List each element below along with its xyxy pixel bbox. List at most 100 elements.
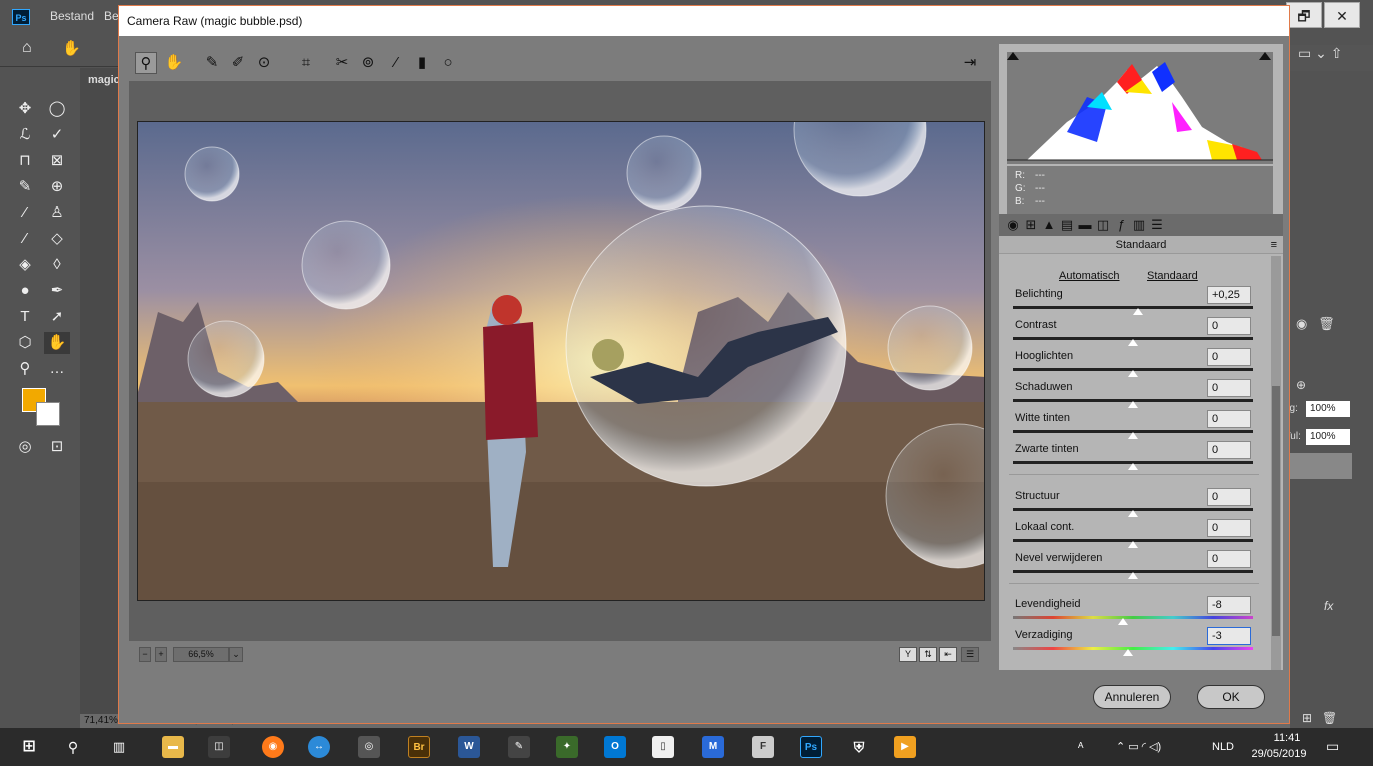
default-link[interactable]: Standaard: [1147, 270, 1198, 282]
copy-settings-icon[interactable]: ⇤: [939, 647, 957, 662]
tab-basic-icon[interactable]: ◉: [1005, 217, 1021, 233]
teamviewer-icon[interactable]: ↔: [308, 736, 330, 758]
slider-thumb[interactable]: [1128, 463, 1138, 470]
slider-thumb[interactable]: [1123, 649, 1134, 656]
slider-value-field[interactable]: 0: [1207, 317, 1251, 335]
transform-icon[interactable]: ⌗: [295, 52, 317, 74]
eraser-icon[interactable]: ◇: [44, 228, 70, 250]
graduated-filter-icon[interactable]: ▮: [411, 52, 433, 74]
slider-value-field[interactable]: 0: [1207, 550, 1251, 568]
slider-value-field[interactable]: 0: [1207, 519, 1251, 537]
stamp-tool-icon[interactable]: ♙: [44, 202, 70, 224]
word-icon[interactable]: W: [458, 736, 480, 758]
slider-thumb[interactable]: [1128, 370, 1138, 377]
background-color-swatch[interactable]: [36, 402, 60, 426]
tray-icons[interactable]: ⌃ ▭ ◜ ◁): [1116, 740, 1161, 753]
tab-effects-icon[interactable]: ƒ: [1113, 217, 1129, 233]
tab-calibration-icon[interactable]: ▥: [1131, 217, 1147, 233]
targeted-adjust-icon[interactable]: ⊙: [253, 52, 275, 74]
dodge-tool-icon[interactable]: ●: [12, 280, 38, 302]
radial-filter-icon[interactable]: ○: [437, 52, 459, 74]
tab-lens-icon[interactable]: ◫: [1095, 217, 1111, 233]
swap-icon[interactable]: ⇅: [919, 647, 937, 662]
zoom-level-select[interactable]: 66,5%: [173, 647, 229, 662]
path-select-icon[interactable]: ➚: [44, 306, 70, 328]
panel-scrollbar[interactable]: [1271, 256, 1281, 670]
notifications-icon[interactable]: ▭: [1326, 738, 1339, 755]
zoom-in-button[interactable]: +: [155, 647, 167, 662]
auto-link[interactable]: Automatisch: [1059, 270, 1120, 282]
fonts-icon[interactable]: F: [752, 736, 774, 758]
language-indicator[interactable]: NLD: [1212, 741, 1234, 753]
preview-image[interactable]: [137, 121, 985, 601]
slider-thumb[interactable]: [1128, 510, 1138, 517]
hand-tool-icon[interactable]: ✋: [62, 39, 81, 57]
hand-tool-icon[interactable]: ✋: [44, 332, 70, 354]
slider-thumb[interactable]: [1118, 618, 1129, 625]
store-icon[interactable]: ◫: [208, 736, 230, 758]
slider-value-field[interactable]: -8: [1207, 596, 1251, 614]
zoom-tool-icon[interactable]: ⚲: [135, 52, 157, 74]
spot-heal-icon[interactable]: ⊕: [44, 176, 70, 198]
more-tools-icon[interactable]: …: [44, 358, 70, 380]
photoshop-taskbar-icon[interactable]: Ps: [800, 736, 822, 758]
panel-icons-top[interactable]: ▭ ⌄ ⇧: [1290, 45, 1373, 71]
ok-button[interactable]: OK: [1197, 685, 1265, 709]
document-tab[interactable]: magic: [88, 74, 120, 86]
scroll-thumb[interactable]: [1272, 386, 1280, 636]
screen-mode-icon[interactable]: ⊡: [44, 436, 70, 458]
task-view-icon[interactable]: ▥: [108, 736, 130, 758]
quick-select-icon[interactable]: ✓: [44, 124, 70, 146]
slider-thumb[interactable]: [1128, 572, 1138, 579]
marquee-tool-icon[interactable]: ◯: [44, 98, 70, 120]
slider-track[interactable]: [1013, 616, 1253, 619]
firefox-icon[interactable]: ◉: [262, 736, 284, 758]
history-brush-icon[interactable]: ⁄: [12, 228, 38, 250]
quick-mask-icon[interactable]: ◎: [12, 436, 38, 458]
slider-thumb[interactable]: [1132, 308, 1143, 315]
zoom-tool-icon[interactable]: ⚲: [12, 358, 38, 380]
bridge-icon[interactable]: Br: [408, 736, 430, 758]
tab-presets-icon[interactable]: ☰: [1149, 217, 1165, 233]
slider-value-field[interactable]: +0,25: [1207, 286, 1251, 304]
zoom-dropdown-icon[interactable]: ⌄: [229, 647, 243, 662]
type-tool-icon[interactable]: T: [12, 306, 38, 328]
menu-bewerken[interactable]: Be: [104, 9, 119, 23]
malwarebytes-icon[interactable]: M: [702, 736, 724, 758]
lasso-tool-icon[interactable]: ℒ: [12, 124, 38, 146]
search-icon[interactable]: ⚲: [62, 736, 84, 758]
notepad-icon[interactable]: ▯: [652, 736, 674, 758]
white-balance-icon[interactable]: ✎: [201, 52, 223, 74]
home-icon[interactable]: ⌂: [22, 39, 32, 57]
panel-menu-icon[interactable]: ≡: [1271, 236, 1277, 254]
camera-icon[interactable]: ◉ 🗑: [1296, 316, 1366, 336]
fill-field[interactable]: 100%: [1306, 429, 1350, 445]
file-explorer-icon[interactable]: ▬: [162, 736, 184, 758]
layer-row-selected[interactable]: [1290, 453, 1352, 479]
slider-value-field[interactable]: -3: [1207, 627, 1251, 645]
crop-tool-icon[interactable]: ⊓: [12, 150, 38, 172]
preview-canvas[interactable]: [129, 81, 991, 641]
slider-thumb[interactable]: [1128, 432, 1138, 439]
scanner-icon[interactable]: ✎: [508, 736, 530, 758]
open-prefs-icon[interactable]: ⇥: [959, 52, 981, 74]
paint-bucket-icon[interactable]: ◈: [12, 254, 38, 276]
brush-tool-icon[interactable]: ⁄: [12, 202, 38, 224]
cancel-button[interactable]: Annuleren: [1093, 685, 1171, 709]
delete-layer-icon[interactable]: ⊞ 🗑: [1302, 711, 1337, 725]
media-icon[interactable]: ▶: [894, 736, 916, 758]
eyedropper-icon[interactable]: ✎: [12, 176, 38, 198]
tab-detail-icon[interactable]: ▲: [1041, 217, 1057, 233]
red-eye-icon[interactable]: ⊚: [357, 52, 379, 74]
menu-bestand[interactable]: Bestand: [50, 9, 94, 23]
tab-split-icon[interactable]: ▬: [1077, 217, 1093, 233]
zoom-out-button[interactable]: −: [139, 647, 151, 662]
move-tool-icon[interactable]: ✥: [12, 98, 38, 120]
frame-tool-icon[interactable]: ⊠: [44, 150, 70, 172]
restore-button[interactable]: 🗗: [1286, 2, 1322, 28]
slider-thumb[interactable]: [1128, 401, 1138, 408]
slider-value-field[interactable]: 0: [1207, 488, 1251, 506]
app-icon[interactable]: ✦: [556, 736, 578, 758]
before-after-y-icon[interactable]: Y: [899, 647, 917, 662]
tab-curve-icon[interactable]: ⊞: [1023, 217, 1039, 233]
